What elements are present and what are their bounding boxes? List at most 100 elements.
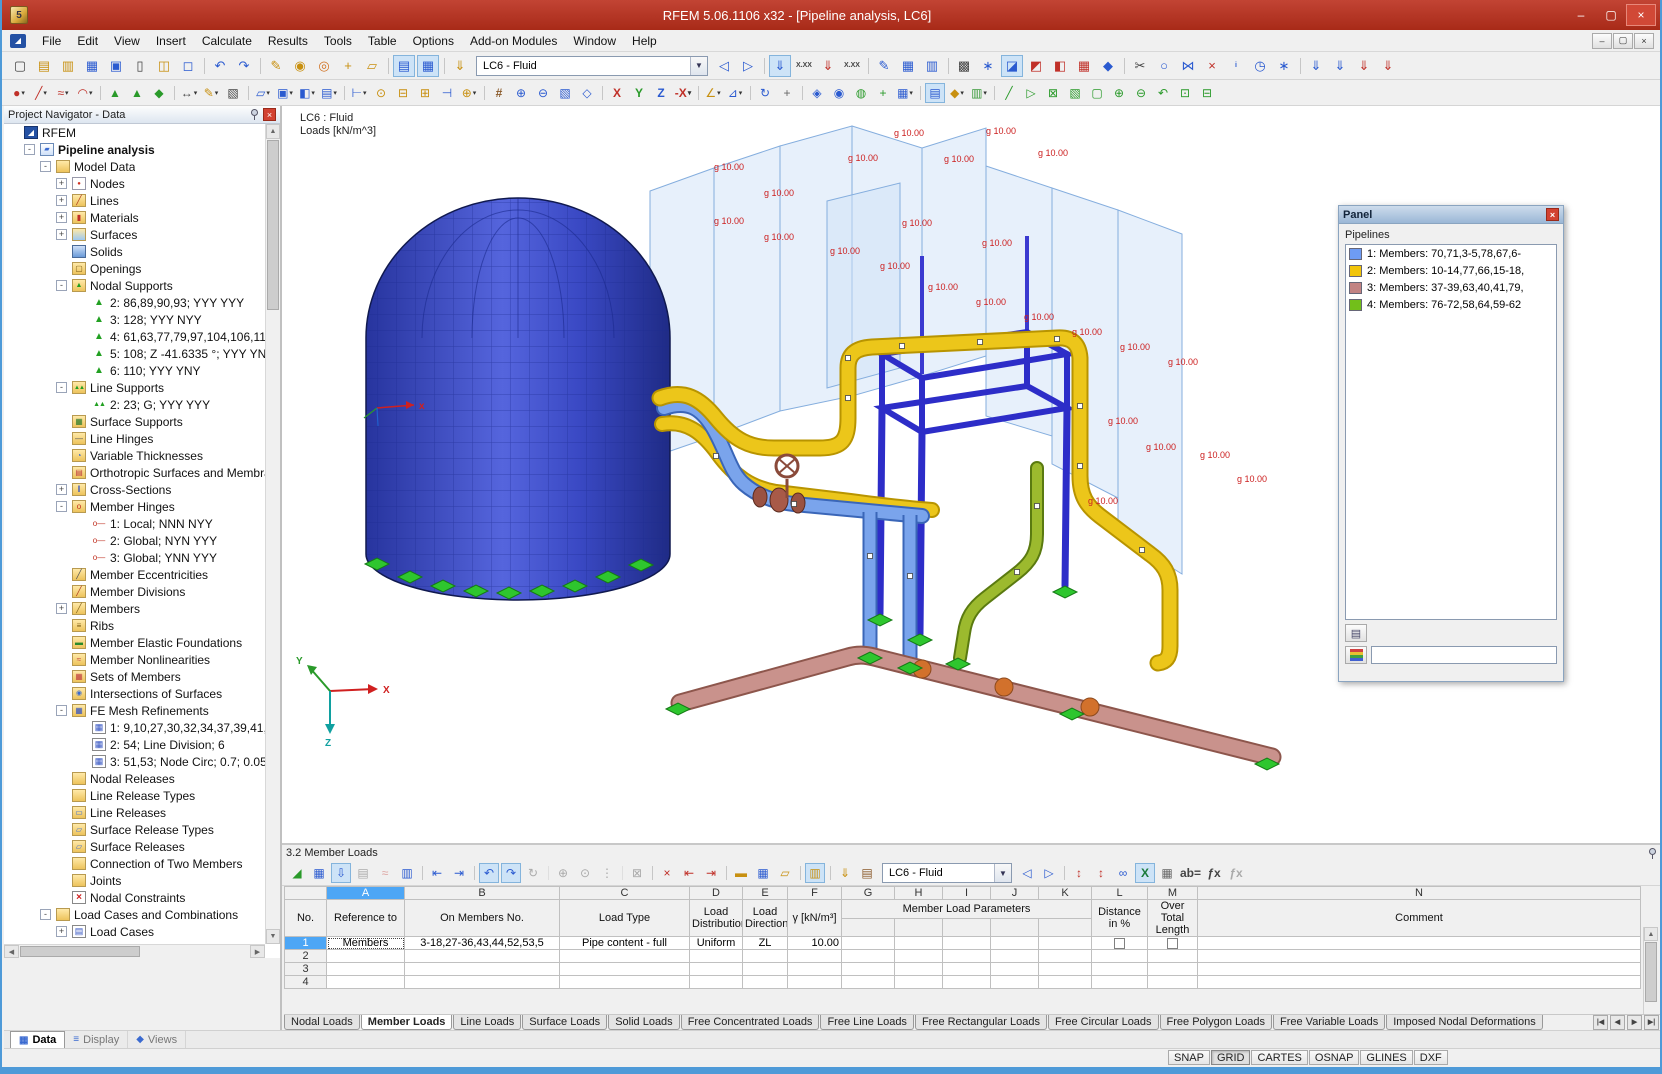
tree-expander[interactable]: - xyxy=(56,280,67,291)
status-toggle[interactable]: SNAP xyxy=(1168,1050,1210,1065)
tree-expander[interactable] xyxy=(56,841,67,852)
undo-icon[interactable]: ↶ xyxy=(209,55,231,77)
next-table-tab-icon[interactable]: ▶ xyxy=(1627,1015,1642,1030)
table-row[interactable]: 2 xyxy=(285,950,1641,963)
export-load-2-icon[interactable]: ⇓ xyxy=(1377,55,1399,77)
tree-expander[interactable] xyxy=(76,518,87,529)
abc-format-icon[interactable]: ab= xyxy=(1179,863,1202,883)
new-opening-icon[interactable]: ▣▾ xyxy=(275,83,295,103)
status-toggle[interactable]: DXF xyxy=(1414,1050,1448,1065)
row-up-icon[interactable]: ↕ xyxy=(1069,863,1089,883)
column-letter[interactable]: H xyxy=(895,887,943,900)
distance-in-percent-checkbox[interactable] xyxy=(1114,938,1125,949)
excel-export-icon[interactable]: X xyxy=(1135,863,1155,883)
open-file-icon[interactable]: ▤ xyxy=(33,55,55,77)
tree-item[interactable]: + Surfaces xyxy=(4,226,265,243)
section-new-icon[interactable]: ◩ xyxy=(1025,55,1047,77)
add-row-icon[interactable]: ⊕ xyxy=(553,863,573,883)
tree-expander[interactable] xyxy=(76,348,87,359)
tree-expander[interactable] xyxy=(76,314,87,325)
table-tab[interactable]: Nodal Loads xyxy=(284,1015,360,1030)
tree-expander[interactable]: + xyxy=(56,178,67,189)
table-row[interactable]: 3 xyxy=(285,963,1641,976)
import-icon[interactable]: ▦ xyxy=(81,55,103,77)
tree-expander[interactable] xyxy=(56,467,67,478)
menu-item[interactable]: Table xyxy=(360,31,405,51)
render-mode-icon[interactable]: ◈ xyxy=(807,83,827,103)
display-properties-icon[interactable]: ▤ xyxy=(925,83,945,103)
new-polyline-icon[interactable]: ≈▾ xyxy=(53,83,73,103)
distribution-cell[interactable]: Uniform xyxy=(690,937,743,950)
tree-expander[interactable] xyxy=(76,535,87,546)
tree-expander[interactable]: + xyxy=(56,229,67,240)
scroll-down-icon[interactable]: ▼ xyxy=(266,929,280,944)
table-tab[interactable]: Solid Loads xyxy=(608,1015,680,1030)
pin-icon[interactable] xyxy=(1646,847,1658,859)
tree-item[interactable]: Connection of Two Members xyxy=(4,855,265,872)
rotate-mode-icon[interactable]: ↻ xyxy=(755,83,775,103)
column-letter[interactable]: L xyxy=(1092,887,1148,900)
column-right-icon[interactable]: ⇥ xyxy=(449,863,469,883)
tree-expander[interactable] xyxy=(56,875,67,886)
renumber-icon[interactable]: # xyxy=(489,83,509,103)
panel-input-field[interactable] xyxy=(1371,646,1557,664)
view-glasses-icon[interactable]: ∞ xyxy=(1113,863,1133,883)
color-scale-icon[interactable]: ▥▾ xyxy=(969,83,989,103)
measure-icon[interactable]: ✎ xyxy=(873,55,895,77)
table-tab[interactable]: Free Line Loads xyxy=(820,1015,914,1030)
color-scale-button[interactable] xyxy=(1345,646,1367,664)
column-letter[interactable]: F xyxy=(788,887,842,900)
print-icon[interactable]: ◫ xyxy=(153,55,175,77)
table-filter-icon[interactable]: ⇩ xyxy=(331,863,351,883)
column-letter[interactable]: K xyxy=(1039,887,1092,900)
tree-item[interactable]: Line Releases xyxy=(4,804,265,821)
menu-item[interactable]: Options xyxy=(405,31,462,51)
rotate-model-icon[interactable]: ○ xyxy=(1153,55,1175,77)
direction-cell[interactable]: ZL xyxy=(743,937,788,950)
mirror-icon[interactable]: ⋈ xyxy=(1177,55,1199,77)
select-polygon-icon[interactable]: ▷ xyxy=(1021,83,1041,103)
tree-expander[interactable] xyxy=(56,586,67,597)
redo-icon[interactable]: ↷ xyxy=(233,55,255,77)
new-line-support-icon[interactable]: ▲ xyxy=(127,83,147,103)
tree-expander[interactable] xyxy=(56,637,67,648)
tree-item[interactable]: 2: 23; G; YYY YYY xyxy=(4,396,265,413)
menu-item[interactable]: Add-on Modules xyxy=(462,31,565,51)
navigator-tab[interactable]: ▦ Data xyxy=(10,1031,65,1048)
delete-column-left-icon[interactable]: ⇤ xyxy=(679,863,699,883)
table-tab[interactable]: Free Rectangular Loads xyxy=(915,1015,1047,1030)
menu-item[interactable]: Help xyxy=(624,31,665,51)
pipeline-legend-item[interactable]: 3: Members: 37-39,63,40,41,79, xyxy=(1346,279,1556,296)
scroll-up-icon[interactable]: ▲ xyxy=(266,124,280,139)
table-grid-icon[interactable]: ▦ xyxy=(753,863,773,883)
table-tab[interactable]: Free Polygon Loads xyxy=(1160,1015,1272,1030)
export-load-1-icon[interactable]: ⇓ xyxy=(1353,55,1375,77)
over-total-length-checkbox[interactable] xyxy=(1167,938,1178,949)
tree-item[interactable]: - Pipeline analysis xyxy=(4,141,265,158)
load-case-select[interactable]: LC6 - Fluid ▼ xyxy=(476,56,708,76)
tree-item[interactable]: - Member Hinges xyxy=(4,498,265,515)
chevron-down-icon[interactable]: ▼ xyxy=(994,864,1011,882)
tree-expander[interactable] xyxy=(56,416,67,427)
table-tab[interactable]: Free Variable Loads xyxy=(1273,1015,1385,1030)
tree-expander[interactable]: + xyxy=(56,603,67,614)
tree-expander[interactable] xyxy=(76,331,87,342)
tree-item[interactable]: Ribs xyxy=(4,617,265,634)
table-chart-icon[interactable]: ≈ xyxy=(375,863,395,883)
show-loads-icon[interactable]: ⇓ xyxy=(769,55,791,77)
load-type-cell[interactable]: Pipe content - full xyxy=(560,937,690,950)
tree-expander[interactable] xyxy=(56,620,67,631)
import-load-1-icon[interactable]: ⇓ xyxy=(1305,55,1327,77)
tree-expander[interactable] xyxy=(76,365,87,376)
tree-item[interactable]: Surface Supports xyxy=(4,413,265,430)
divide-line-icon[interactable]: ⊟ xyxy=(393,83,413,103)
table-undo-icon[interactable]: ↶ xyxy=(479,863,499,883)
zoom-region-icon[interactable]: ◉ xyxy=(289,55,311,77)
tree-item[interactable]: 1: Local; NNN NYY xyxy=(4,515,265,532)
tree-expander[interactable]: + xyxy=(56,926,67,937)
next-table-icon[interactable]: ▷ xyxy=(1039,863,1059,883)
show-results-icon[interactable]: ⇓ xyxy=(817,55,839,77)
tree-expander[interactable] xyxy=(76,399,87,410)
previous-table-tab-icon[interactable]: ◀ xyxy=(1610,1015,1625,1030)
first-table-tab-icon[interactable]: |◀ xyxy=(1593,1015,1608,1030)
